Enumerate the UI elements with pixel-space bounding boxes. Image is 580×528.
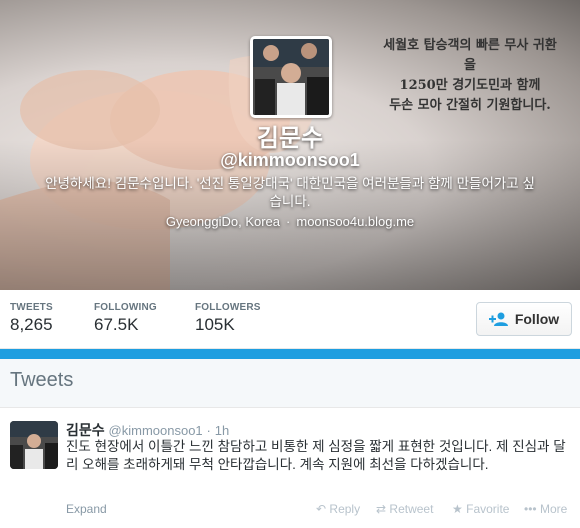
tweets-header: Tweets: [0, 359, 580, 408]
meta-separator: ·: [286, 214, 291, 229]
tweet-item[interactable]: 김문수 @kimmoonsoo1 · 1h 진도 현장에서 이틀간 느낀 참담하…: [0, 408, 580, 528]
profile-location: GyeonggiDo, Korea: [165, 214, 281, 229]
tweet-author-name[interactable]: 김문수: [66, 422, 105, 438]
more-icon: •••: [524, 502, 537, 516]
profile-header: 세월호 탑승객의 빠른 무사 귀환을 1250만 경기도민과 함께 두손 모아 …: [0, 0, 580, 290]
banner-line: 1250만 경기도민과 함께: [399, 78, 541, 93]
action-label: Favorite: [466, 502, 510, 516]
stat-label: FOLLOWING: [94, 302, 157, 313]
avatar-photo: [10, 421, 58, 469]
follow-button[interactable]: Follow: [476, 302, 572, 336]
tweet-avatar[interactable]: [10, 421, 58, 469]
retweet-action[interactable]: ⇄ Retweet: [376, 502, 433, 516]
star-icon: ★: [452, 502, 463, 516]
stat-tweets[interactable]: TWEETS 8,265: [10, 302, 53, 335]
stat-label: TWEETS: [10, 302, 53, 313]
tweet-timestamp[interactable]: 1h: [215, 423, 229, 438]
banner-message: 세월호 탑승객의 빠른 무사 귀환을 1250만 경기도민과 함께 두손 모아 …: [380, 36, 560, 116]
stat-label: FOLLOWERS: [195, 302, 261, 313]
stat-value: 8,265: [10, 315, 53, 334]
tweet-text: 진도 현장에서 이틀간 느낀 참담하고 비통한 제 심정을 짧게 표현한 것입니…: [66, 439, 566, 472]
profile-website-link[interactable]: moonsoo4u.blog.me: [296, 214, 414, 229]
profile-name: 김문수: [256, 125, 324, 152]
tweets-heading: Tweets: [10, 369, 74, 391]
stat-value: 67.5K: [94, 315, 139, 334]
reply-action[interactable]: ↶ Reply: [316, 502, 360, 516]
action-label: Retweet: [389, 502, 434, 516]
profile-bio: 안녕하세요! 김문수입니다. '선진 통일강대국' 대한민국을 여러분들과 함께…: [45, 176, 535, 209]
action-label: More: [539, 502, 568, 516]
reply-icon: ↶: [316, 502, 327, 516]
profile-meta: GyeonggiDo, Korea · moonsoo4u.blog.me: [0, 214, 580, 229]
banner-line: 세월호 탑승객의 빠른 무사 귀환을: [383, 38, 557, 73]
profile-handle[interactable]: @kimmoonsoo1: [0, 150, 580, 171]
tweet-separator: ·: [206, 423, 211, 438]
avatar-photo: [253, 39, 329, 115]
tweet-author-handle[interactable]: @kimmoonsoo1: [109, 423, 203, 438]
profile-avatar[interactable]: [250, 36, 332, 118]
more-action[interactable]: ••• More: [524, 502, 567, 516]
favorite-action[interactable]: ★ Favorite: [452, 502, 509, 516]
stat-value: 105K: [195, 315, 235, 334]
tweet-expand-link[interactable]: Expand: [66, 502, 107, 516]
retweet-icon: ⇄: [376, 502, 387, 516]
add-user-icon: [488, 312, 508, 326]
accent-divider: [0, 349, 580, 359]
banner-line: 두손 모아 간절히 기원합니다.: [389, 98, 551, 113]
tweet-header: 김문수 @kimmoonsoo1 · 1h: [66, 420, 229, 440]
stat-following[interactable]: FOLLOWING 67.5K: [94, 302, 157, 335]
action-label: Reply: [329, 502, 361, 516]
follow-label: Follow: [514, 311, 560, 327]
stat-followers[interactable]: FOLLOWERS 105K: [195, 302, 261, 335]
